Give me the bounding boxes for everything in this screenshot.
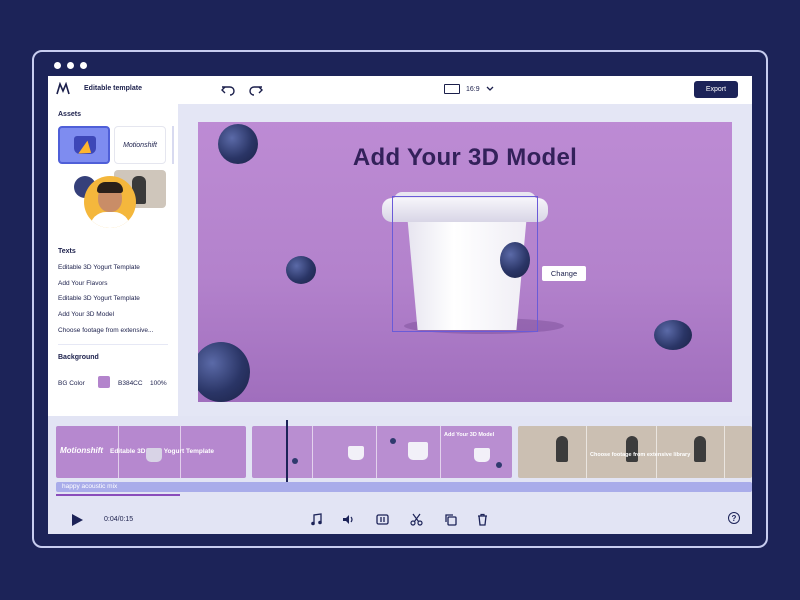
clip-cup-thumb [146,448,162,462]
asset-logo-text: Motionshift [123,141,157,149]
scissors-icon[interactable] [410,513,423,526]
bg-color-hex[interactable]: B384CC [118,380,143,387]
asset-logo[interactable]: Motionshift [114,126,166,164]
text-item[interactable]: Add Your 3D Model [58,311,114,318]
assets-heading: Assets [58,111,81,118]
editor-app: Editable template 16:9 Export Assets Mot… [48,76,752,534]
clip-title-text: Add Your 3D Model [444,432,495,438]
clip-berry-thumb [292,458,298,464]
split-icon[interactable] [376,513,389,526]
avatar-shirt [90,212,130,228]
blueberry-left[interactable] [286,256,316,284]
change-model-button[interactable]: Change [542,266,586,281]
window-dot-maximize[interactable] [80,62,87,69]
clip-title-text: Editable 3D & 3D Yogurt Template [110,448,215,455]
blueberry-right[interactable] [654,320,692,350]
bg-color-label: BG Color [58,380,85,387]
play-icon[interactable] [72,514,83,526]
clip-berry-thumb [390,438,396,444]
clip-logo-text: Motionshift [60,446,104,455]
clip-person-thumb [694,436,706,462]
texts-heading: Texts [58,248,76,255]
top-toolbar: Editable template 16:9 Export [48,76,752,105]
preview-canvas[interactable]: Add Your 3D Model Change [198,122,732,402]
text-item[interactable]: Editable 3D Yogurt Template [58,264,140,271]
undo-icon[interactable] [220,82,236,98]
clip-caption-text: Choose footage from extensive library [590,452,691,458]
playback-time: 0:04/0:15 [104,516,134,523]
yogurt-cup-lid[interactable] [382,198,548,222]
app-window: Editable template 16:9 Export Assets Mot… [32,50,768,548]
help-icon[interactable]: ? [728,512,740,524]
aspect-ratio-select[interactable]: 16:9 [444,84,494,94]
playback-controls: 0:04/0:15 ? [48,504,752,534]
music-icon[interactable] [310,513,323,526]
canvas-area: Add Your 3D Model Change [178,104,752,416]
timeline-clip-model[interactable]: Add Your 3D Model [252,426,512,478]
frame-divider [440,426,441,478]
clip-person-thumb [626,436,638,462]
user-avatar [84,176,136,228]
redo-icon[interactable] [248,82,264,98]
screen-ratio-icon [444,84,460,94]
blueberry-bottom-left[interactable] [198,342,250,402]
aspect-ratio-value: 16:9 [466,85,480,93]
background-heading: Background [58,354,99,361]
clip-cup-thumb [408,442,428,460]
window-controls [54,62,87,69]
blueberry-center[interactable] [500,242,530,278]
bg-color-swatch[interactable] [98,376,110,388]
frame-divider [376,426,377,478]
bg-opacity-value[interactable]: 100% [150,380,167,387]
clip-cup-thumb [348,446,364,460]
sidebar: Assets Motionshift Texts Editable 3D Yog… [48,104,178,416]
chevron-down-icon [486,86,494,91]
audio-progress-bar [56,494,180,496]
clip-berry-thumb [496,462,502,468]
timeline-clip-intro[interactable]: Motionshift Editable 3D & 3D Yogurt Temp… [56,426,246,478]
frame-divider [586,426,587,478]
clip-person-thumb [556,436,568,462]
template-title: Editable template [84,85,142,92]
frame-divider [724,426,725,478]
blueberry-top-left[interactable] [218,124,258,164]
clip-cup-thumb [474,448,490,462]
divider [58,344,168,345]
export-button[interactable]: Export [694,81,738,98]
volume-icon[interactable] [342,513,355,526]
trash-icon[interactable] [476,513,489,526]
avatar-hair [97,182,123,193]
window-dot-minimize[interactable] [67,62,74,69]
audio-track-label: happy acoustic mix [62,483,118,490]
assets-scrollbar[interactable] [172,126,174,164]
text-item[interactable]: Choose footage from extensive... [58,327,153,334]
frame-divider [312,426,313,478]
audio-track[interactable]: happy acoustic mix [56,482,752,492]
app-logo-icon[interactable] [56,82,70,96]
timeline-clip-footage[interactable]: Choose footage from extensive library [518,426,752,478]
window-dot-close[interactable] [54,62,61,69]
text-item[interactable]: Add Your Flavors [58,280,108,287]
canvas-headline[interactable]: Add Your 3D Model [198,144,732,172]
duplicate-icon[interactable] [444,513,457,526]
text-item[interactable]: Editable 3D Yogurt Template [58,295,140,302]
